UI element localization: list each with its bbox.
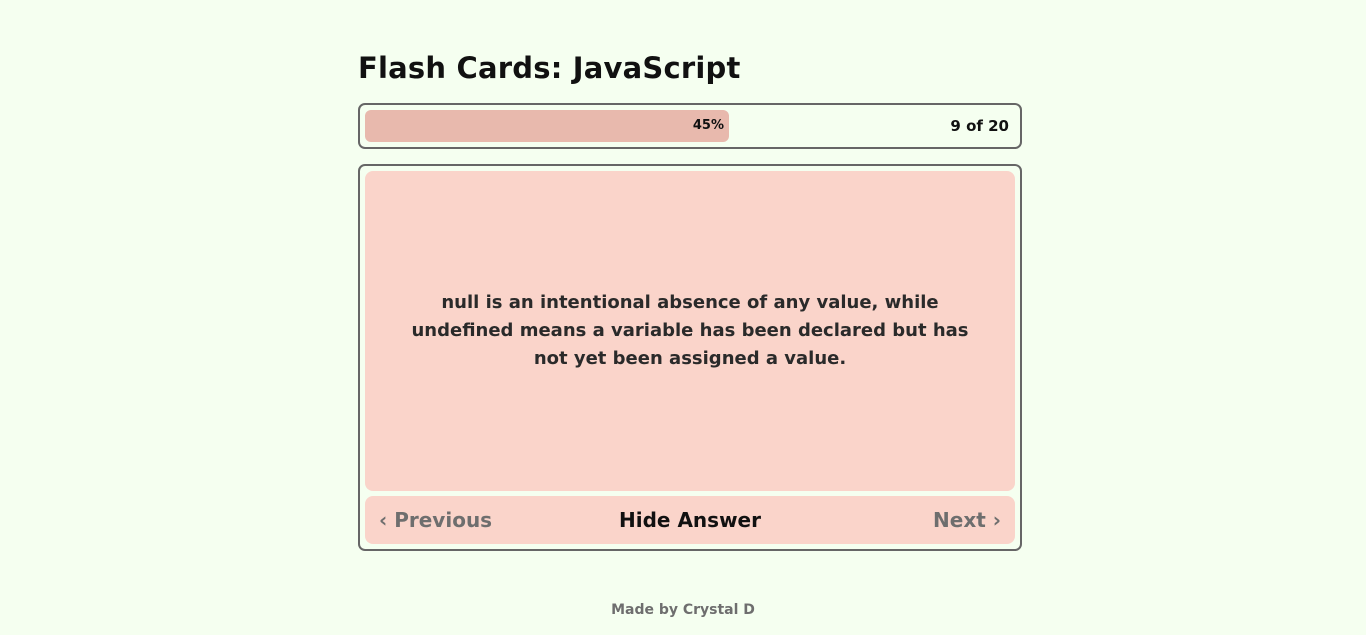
- chevron-right-icon: ›: [992, 508, 1001, 532]
- page-title: Flash Cards: JavaScript: [358, 51, 741, 85]
- progress-count: 9 of 20: [950, 117, 1009, 135]
- card-answer-text: null is an intentional absence of any va…: [411, 292, 969, 369]
- progress-panel: 45% 9 of 20: [358, 103, 1022, 149]
- previous-label: Previous: [394, 508, 493, 532]
- card-controls: ‹ Previous Hide Answer Next ›: [365, 496, 1015, 544]
- next-label: Next: [933, 508, 986, 532]
- card-frame: null is an intentional absence of any va…: [358, 164, 1022, 551]
- progress-bar: 45%: [365, 110, 729, 142]
- hide-answer-button[interactable]: Hide Answer: [610, 496, 770, 544]
- chevron-left-icon: ‹: [379, 508, 388, 532]
- previous-button[interactable]: ‹ Previous: [379, 496, 492, 544]
- flash-card-app: Flash Cards: JavaScript 45% 9 of 20 null…: [0, 0, 1366, 635]
- footer-credit: Made by Crystal D: [611, 602, 755, 618]
- flash-card[interactable]: null is an intentional absence of any va…: [365, 171, 1015, 491]
- progress-percent: 45%: [692, 118, 724, 133]
- next-button[interactable]: Next ›: [933, 496, 1001, 544]
